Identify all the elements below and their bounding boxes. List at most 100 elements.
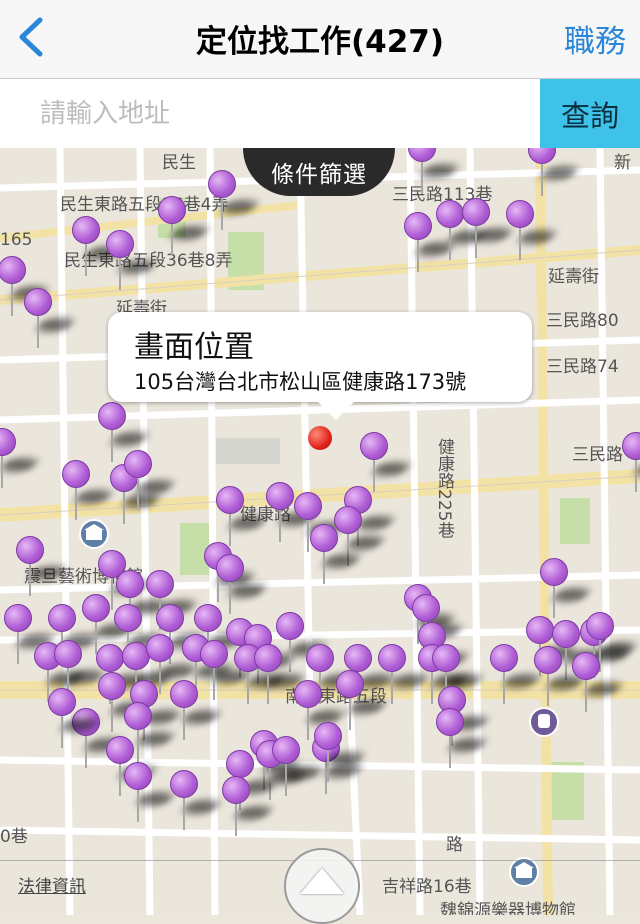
- job-pin[interactable]: [534, 646, 587, 710]
- job-pin[interactable]: [572, 652, 625, 716]
- job-pin[interactable]: [48, 688, 101, 752]
- pin-head: [462, 198, 490, 226]
- job-pin[interactable]: [436, 200, 489, 264]
- pin-head: [62, 460, 90, 488]
- pin-head: [310, 524, 338, 552]
- job-pin[interactable]: [4, 604, 57, 668]
- pin-head: [404, 212, 432, 240]
- job-pin[interactable]: [272, 736, 325, 800]
- job-pin[interactable]: [62, 460, 115, 524]
- street-label: 健康路225巷: [434, 438, 454, 539]
- filter-button[interactable]: 條件篩選: [243, 148, 395, 196]
- pin-head: [48, 688, 76, 716]
- pin-head: [254, 644, 282, 672]
- pin-head: [272, 736, 300, 764]
- job-pin[interactable]: [254, 644, 307, 708]
- job-pin[interactable]: [98, 672, 151, 736]
- address-search-input[interactable]: [0, 79, 540, 148]
- job-pin[interactable]: [158, 196, 211, 260]
- pin-head: [216, 554, 244, 582]
- pin-head: [622, 432, 640, 460]
- job-pin[interactable]: [540, 558, 593, 622]
- pin-head: [294, 680, 322, 708]
- job-pin[interactable]: [622, 432, 640, 496]
- pin-head: [82, 594, 110, 622]
- job-pin[interactable]: [124, 762, 177, 826]
- search-bar: 查詢: [0, 79, 640, 148]
- job-pin[interactable]: [506, 200, 559, 264]
- location-callout[interactable]: 畫面位置 105台灣台北市松山區健康路173號: [108, 312, 532, 420]
- job-category-button[interactable]: 職務: [564, 16, 626, 61]
- job-pin[interactable]: [462, 198, 515, 262]
- callout-title: 畫面位置: [134, 330, 254, 365]
- pin-head: [24, 288, 52, 316]
- location-arrow-button[interactable]: [284, 848, 360, 924]
- search-button[interactable]: 查詢: [540, 79, 640, 148]
- navigation-bar: 定位找工作(427) 職務: [0, 0, 640, 79]
- job-pin[interactable]: [436, 708, 489, 772]
- job-pin[interactable]: [200, 640, 253, 704]
- pin-head: [48, 604, 76, 632]
- pin-head: [572, 652, 600, 680]
- current-location-pin[interactable]: [308, 426, 332, 450]
- pin-head: [314, 722, 342, 750]
- map-view[interactable]: 民生東路五段36巷4弄 民生東路五段36巷8弄 三民路113巷 延壽街 三民路8…: [0, 148, 640, 915]
- pin-head: [306, 644, 334, 672]
- job-pin[interactable]: [170, 680, 223, 744]
- job-pin[interactable]: [124, 450, 177, 514]
- job-pin[interactable]: [378, 644, 431, 708]
- pin-head: [146, 634, 174, 662]
- transit-station-icon: [529, 707, 559, 737]
- pin-head: [552, 620, 580, 648]
- pin-head: [106, 230, 134, 258]
- pin-head: [528, 148, 556, 164]
- legal-link[interactable]: 法律資訊: [18, 872, 86, 897]
- job-pin[interactable]: [404, 212, 457, 276]
- pin-head: [124, 762, 152, 790]
- job-pin[interactable]: [0, 256, 51, 320]
- job-pin[interactable]: [216, 486, 269, 550]
- job-pin[interactable]: [16, 536, 69, 600]
- street-label: 三民路80: [546, 311, 619, 331]
- pin-head: [158, 196, 186, 224]
- pin-head: [124, 702, 152, 730]
- street-label: 三民路: [572, 445, 623, 465]
- job-pin[interactable]: [528, 148, 581, 200]
- pin-head: [540, 558, 568, 586]
- street-label: 民生: [162, 153, 196, 173]
- street-label: 路: [446, 835, 463, 855]
- job-pin[interactable]: [98, 402, 151, 466]
- pin-head: [116, 570, 144, 598]
- navigation-arrow-icon: [300, 868, 344, 894]
- job-pin[interactable]: [24, 288, 77, 352]
- job-pin[interactable]: [310, 524, 363, 588]
- job-pin[interactable]: [72, 216, 125, 280]
- pin-head: [360, 432, 388, 460]
- job-pin[interactable]: [408, 148, 461, 198]
- job-pin[interactable]: [266, 482, 319, 546]
- pin-head: [294, 492, 322, 520]
- job-pin[interactable]: [222, 776, 275, 840]
- street-label: 延壽街: [548, 267, 599, 287]
- pin-head: [200, 640, 228, 668]
- job-pin[interactable]: [0, 428, 41, 492]
- callout-address: 105台灣台北市松山區健康路173號: [134, 370, 467, 394]
- pin-head: [276, 612, 304, 640]
- pin-head: [96, 644, 124, 672]
- pin-head: [98, 402, 126, 430]
- job-pin[interactable]: [208, 170, 261, 234]
- pin-head: [72, 216, 100, 244]
- pin-head: [432, 644, 460, 672]
- pin-head: [506, 200, 534, 228]
- pin-head: [16, 536, 44, 564]
- job-pin[interactable]: [106, 230, 159, 294]
- street-label: 新: [614, 153, 631, 173]
- street-label: 0巷: [0, 827, 28, 847]
- job-pin[interactable]: [170, 770, 223, 834]
- job-pin[interactable]: [314, 722, 367, 786]
- pin-head: [0, 256, 26, 284]
- pin-head: [146, 570, 174, 598]
- pin-head: [0, 428, 16, 456]
- job-pin[interactable]: [490, 644, 543, 708]
- pin-head: [266, 482, 294, 510]
